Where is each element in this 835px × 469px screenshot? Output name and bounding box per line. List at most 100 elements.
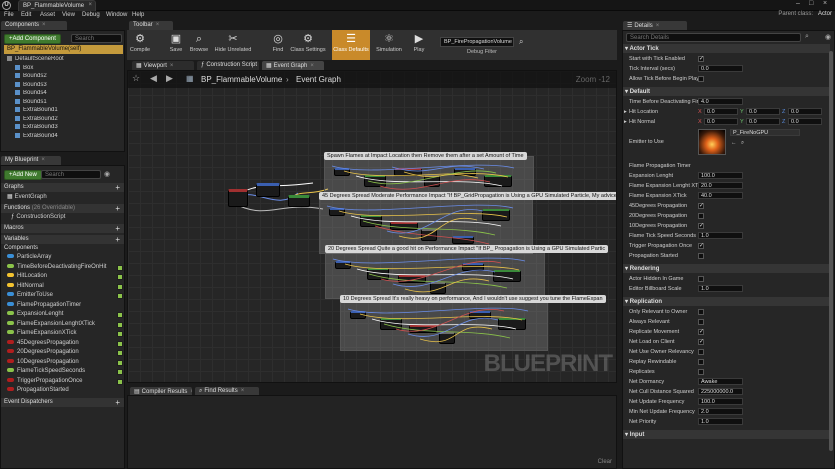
property-checkbox[interactable] [698, 276, 704, 282]
property-checkbox[interactable]: ✓ [698, 223, 704, 229]
expose-eye-icon[interactable] [117, 274, 123, 280]
minimize-icon[interactable]: – [796, 0, 800, 7]
play-button[interactable]: ▶ Play [407, 30, 431, 60]
variable-item-expansionlenght[interactable]: ExpansionLenght [1, 311, 126, 321]
property-checkbox[interactable] [698, 253, 704, 259]
tab-construction-script[interactable]: ƒConstruction Script× [197, 61, 259, 70]
variable-item-20degreespropagation[interactable]: 20DegreesPropagation [1, 349, 126, 359]
variable-item-45degreespropagation[interactable]: 45DegreesPropagation [1, 340, 126, 350]
expand-arrow-icon[interactable]: ▸ [624, 109, 627, 115]
function-item-construction-script[interactable]: ƒ ConstructionScript [1, 214, 124, 224]
property-checkbox[interactable] [698, 76, 704, 82]
property-value-field[interactable]: 40.0 [698, 192, 743, 199]
expose-eye-icon[interactable] [117, 350, 123, 356]
tree-item-extrabound2[interactable]: ExtraBound2 [1, 115, 126, 125]
tab-details[interactable]: ☰ Details × [623, 21, 687, 30]
add-macro-icon[interactable]: + [115, 224, 120, 233]
document-tab[interactable]: BP_FlammableVolume × [18, 0, 96, 11]
close-tab-icon[interactable]: × [241, 388, 245, 394]
add-new-button[interactable]: +Add New [4, 170, 42, 180]
use-selected-arrow-icon[interactable]: ← [731, 140, 737, 146]
graphs-section-header[interactable]: Graphs + [1, 183, 124, 192]
debug-object-select[interactable]: BP_FirePropagationVolume [440, 37, 514, 47]
functions-section-header[interactable]: Functions (26 Overridable) + [1, 204, 124, 213]
details-search-input[interactable]: Search Details [626, 33, 801, 42]
maximize-icon[interactable]: □ [809, 0, 813, 7]
close-window-icon[interactable]: × [823, 0, 827, 7]
tab-event-graph[interactable]: ▦ Event Graph × [262, 61, 324, 70]
event-graph-canvas[interactable]: ☆ ◀ ▶ ▦ BP_FlammableVolume › Event Graph… [127, 70, 617, 383]
property-value-field[interactable]: 1.0 [698, 418, 743, 425]
property-checkbox[interactable]: ✓ [698, 329, 704, 335]
variable-item-flameexpansionlenghtxtick[interactable]: FlameExpansionLenghtXTick [1, 321, 126, 331]
expose-eye-icon[interactable] [117, 264, 123, 271]
menu-window[interactable]: Window [106, 12, 127, 18]
expand-arrow-icon[interactable]: ▸ [624, 119, 627, 125]
self-component-item[interactable]: BP_FlammableVolume(self) [4, 45, 123, 54]
close-tab-icon[interactable]: × [42, 22, 46, 28]
close-tab-icon[interactable]: × [156, 22, 160, 28]
x-value-field[interactable]: 0.0 [704, 118, 738, 125]
close-tab-icon[interactable]: × [170, 63, 174, 69]
find-button[interactable]: ◎ Find [267, 30, 289, 60]
tab-toolbar[interactable]: Toolbar × [129, 21, 173, 30]
section-replication[interactable]: ▾ Replication [623, 297, 830, 306]
tree-item-bounds1[interactable]: Bounds1 [1, 98, 126, 108]
my-blueprint-search-input[interactable]: Search [41, 170, 101, 179]
property-value-field[interactable]: 20.0 [698, 182, 743, 189]
simulation-button[interactable]: ⚛ Simulation [372, 30, 406, 60]
tree-item-box[interactable]: Box [1, 64, 126, 74]
expose-eye-icon[interactable] [117, 340, 123, 347]
emitter-thumbnail[interactable] [698, 129, 726, 155]
menu-edit[interactable]: Edit [21, 12, 31, 18]
expose-eye-icon[interactable] [117, 283, 123, 290]
view-options-icon[interactable]: ◉ [825, 33, 831, 41]
variable-item-timebeforedeactivatingfireonhit[interactable]: TimeBeforeDeactivatingFireOnHit [1, 264, 126, 274]
section-default[interactable]: ▾ Default [623, 87, 830, 96]
variable-item-emittertouse[interactable]: EmitterToUse [1, 292, 126, 302]
variables-section-header[interactable]: Variables + [1, 235, 124, 244]
property-value-field[interactable]: 0.0 [698, 65, 743, 72]
expose-eye-icon[interactable] [117, 369, 123, 375]
y-value-field[interactable]: 0.0 [746, 108, 780, 115]
property-checkbox[interactable] [698, 309, 704, 315]
property-value-field[interactable]: 4.0 [698, 98, 743, 105]
property-checkbox[interactable]: ✓ [698, 203, 704, 209]
add-component-button[interactable]: +Add Component [4, 34, 61, 44]
save-button[interactable]: ▣ Save [165, 30, 187, 60]
menu-asset[interactable]: Asset [40, 12, 55, 18]
variable-item-hitnormal[interactable]: HitNormal [1, 283, 126, 293]
x-value-field[interactable]: 0.0 [704, 108, 738, 115]
variable-item-triggerpropagationonce[interactable]: TriggerPropagationOnce [1, 378, 126, 388]
emitter-asset-select[interactable]: P_FireNoGPU [730, 129, 800, 136]
variable-item-flamepropagationtimer[interactable]: FlamePropagationTimer [1, 302, 126, 312]
section-rendering[interactable]: ▾ Rendering [623, 264, 830, 273]
menu-view[interactable]: View [62, 12, 75, 18]
menu-debug[interactable]: Debug [82, 12, 100, 18]
property-checkbox[interactable]: ✓ [698, 56, 704, 62]
tree-item-bounds2[interactable]: Bounds2 [1, 73, 126, 82]
add-variable-icon[interactable]: + [115, 235, 120, 244]
class-defaults-button[interactable]: ☰ Class Defaults [332, 30, 370, 60]
expose-eye-icon[interactable] [117, 321, 123, 328]
property-value-field[interactable]: Awake [698, 378, 743, 385]
event-dispatchers-section-header[interactable]: Event Dispatchers + [1, 398, 124, 407]
tab-my-blueprint[interactable]: My Blueprint × [1, 156, 61, 165]
view-options-icon[interactable]: ◉ [104, 170, 110, 178]
property-checkbox[interactable]: ✓ [698, 243, 704, 249]
expose-eye-icon[interactable] [117, 312, 123, 318]
property-value-field[interactable]: 1.0 [698, 285, 743, 292]
details-scrollbar[interactable] [829, 51, 833, 451]
y-value-field[interactable]: 0.0 [746, 118, 780, 125]
close-tab-icon[interactable]: × [656, 23, 660, 29]
close-tab-icon[interactable]: × [310, 63, 314, 69]
tree-item-default-scene-root[interactable]: DefaultSceneRoot [1, 56, 126, 65]
tab-components[interactable]: Components × [1, 21, 67, 30]
property-value-field[interactable]: 1.0 [698, 232, 743, 239]
property-checkbox[interactable]: ✓ [698, 339, 704, 345]
property-value-field[interactable]: 225000000.0 [698, 388, 743, 395]
expose-eye-icon[interactable] [117, 293, 123, 299]
variable-item-particlearray[interactable]: ParticleArray [1, 254, 126, 264]
add-event-dispatcher-icon[interactable]: + [115, 398, 120, 407]
menu-file[interactable]: File [4, 12, 14, 18]
